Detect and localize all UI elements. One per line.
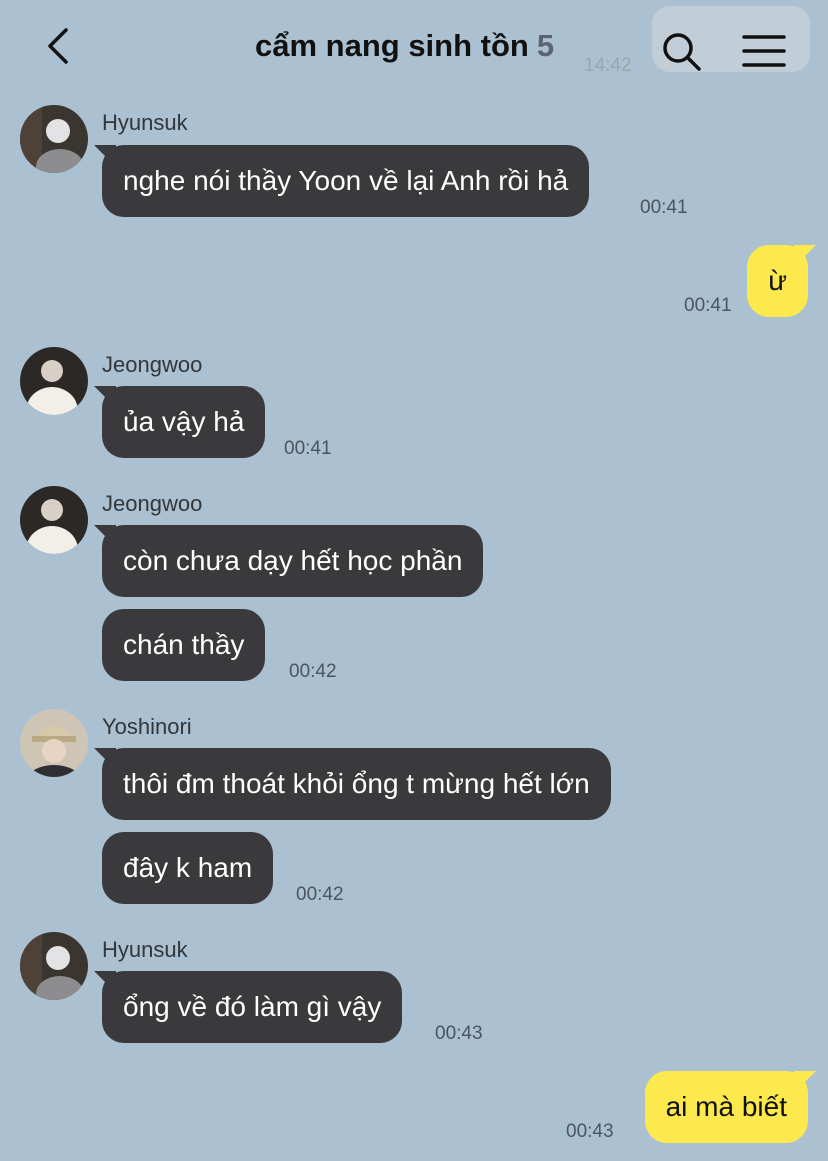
message-timestamp: 00:43 xyxy=(566,1121,614,1142)
message-timestamp: 00:41 xyxy=(284,438,332,459)
sender-name: Hyunsuk xyxy=(102,937,188,962)
message-timestamp: 00:43 xyxy=(435,1023,483,1044)
message-bubble[interactable]: thôi đm thoát khỏi ổng t mừng hết lớn xyxy=(94,748,611,820)
message-bubble[interactable]: ủa vậy hả xyxy=(93,386,266,458)
message-bubble[interactable]: chán thầy xyxy=(102,609,266,681)
avatar-image xyxy=(20,105,88,173)
avatar-image xyxy=(20,347,88,415)
ghost-timestamp: 14:42 xyxy=(584,55,632,76)
chat-title: cẩm nang sinh tồn 5 xyxy=(255,28,554,64)
avatar-image xyxy=(20,486,88,554)
search-button[interactable] xyxy=(660,30,704,74)
message-timestamp: 00:41 xyxy=(684,295,732,316)
sender-name: Jeongwoo xyxy=(102,491,203,516)
chat-header: 14:42 cẩm nang sinh tồn 5 xyxy=(0,0,828,92)
avatar-jeongwoo[interactable] xyxy=(20,347,88,415)
message-bubble[interactable]: nghe nói thầy Yoon về lại Anh rồi hả xyxy=(93,145,590,217)
sender-name: Jeongwoo xyxy=(102,352,203,377)
sender-name: Hyunsuk xyxy=(102,110,188,135)
my-message-bubble[interactable]: ừ xyxy=(747,245,816,317)
message-timestamp: 00:42 xyxy=(296,884,344,905)
search-icon xyxy=(663,33,701,71)
menu-button[interactable] xyxy=(742,33,786,69)
menu-icon xyxy=(742,35,786,67)
message-bubble[interactable]: còn chưa dạy hết học phần xyxy=(93,525,484,597)
avatar-hyunsuk[interactable] xyxy=(20,105,88,173)
message-timestamp: 00:42 xyxy=(289,661,337,682)
chat-name: cẩm nang sinh tồn xyxy=(255,28,529,63)
avatar-image xyxy=(20,709,88,777)
avatar-hyunsuk[interactable] xyxy=(20,932,88,1000)
avatar-jeongwoo[interactable] xyxy=(20,486,88,554)
avatar-image xyxy=(20,932,88,1000)
back-button[interactable] xyxy=(40,26,80,66)
message-timestamp: 00:41 xyxy=(640,197,688,218)
my-message-bubble[interactable]: ai mà biết xyxy=(644,1071,817,1143)
message-bubble[interactable]: đây k ham xyxy=(102,832,274,904)
sender-name: Yoshinori xyxy=(102,714,192,739)
member-count: 5 xyxy=(536,28,555,63)
message-bubble[interactable]: ổng về đó làm gì vậy xyxy=(93,971,403,1043)
avatar-yoshinori[interactable] xyxy=(20,709,88,777)
chevron-left-icon xyxy=(48,28,68,64)
